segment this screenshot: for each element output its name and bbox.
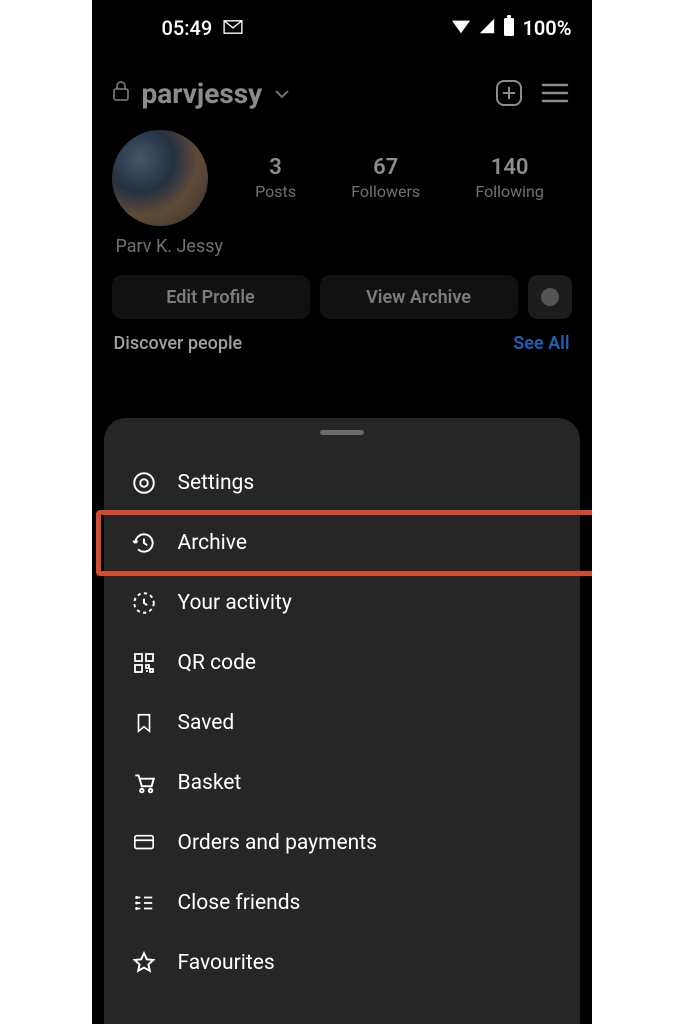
stat-posts[interactable]: 3 Posts <box>255 155 296 201</box>
sheet-grabber[interactable] <box>320 430 364 435</box>
gear-icon <box>130 469 158 497</box>
gmail-icon <box>222 16 244 40</box>
bookmark-icon <box>130 709 158 737</box>
menu-item-settings[interactable]: Settings <box>104 453 580 513</box>
suggested-people-button[interactable] <box>528 275 572 319</box>
cart-icon <box>130 769 158 797</box>
menu-item-orders[interactable]: Orders and payments <box>104 813 580 873</box>
create-button[interactable] <box>492 76 526 110</box>
stats: 3 Posts 67 Followers 140 Following <box>228 155 572 201</box>
menu-label: Saved <box>178 711 235 735</box>
archive-history-icon <box>130 529 158 557</box>
signal-icon <box>478 16 496 40</box>
battery-percent: 100% <box>522 16 571 40</box>
activity-icon <box>130 589 158 617</box>
menu-item-basket[interactable]: Basket <box>104 753 580 813</box>
stat-following[interactable]: 140 Following <box>475 155 543 201</box>
display-name: Parv K. Jessy <box>92 236 592 257</box>
avatar[interactable] <box>112 130 208 226</box>
phone-frame: 05:49 100% parvjessy <box>92 0 592 1024</box>
menu-item-saved[interactable]: Saved <box>104 693 580 753</box>
menu-item-archive[interactable]: Archive <box>104 513 580 573</box>
menu-label: Close friends <box>178 891 301 915</box>
wifi-icon <box>450 16 472 40</box>
star-icon <box>130 949 158 977</box>
menu-item-qr[interactable]: QR code <box>104 633 580 693</box>
menu-label: Orders and payments <box>178 831 377 855</box>
posts-label: Posts <box>255 182 296 201</box>
username-label[interactable]: parvjessy <box>142 77 263 110</box>
discover-row: Discover people See All <box>92 333 592 354</box>
menu-label: Archive <box>178 531 247 555</box>
discover-label: Discover people <box>114 333 243 354</box>
status-time: 05:49 <box>162 16 213 40</box>
battery-icon <box>502 15 516 42</box>
lock-icon <box>112 81 130 106</box>
posts-count: 3 <box>255 155 296 180</box>
profile-buttons: Edit Profile View Archive <box>92 257 592 333</box>
status-bar: 05:49 100% <box>92 0 592 56</box>
menu-label: Favourites <box>178 951 275 975</box>
card-icon <box>130 829 158 857</box>
menu-item-activity[interactable]: Your activity <box>104 573 580 633</box>
see-all-link[interactable]: See All <box>513 333 569 354</box>
close-friends-icon <box>130 889 158 917</box>
profile-header: parvjessy <box>92 56 592 130</box>
followers-label: Followers <box>351 182 420 201</box>
followers-count: 67 <box>351 155 420 180</box>
following-label: Following <box>475 182 543 201</box>
edit-profile-button[interactable]: Edit Profile <box>112 275 310 319</box>
menu-label: QR code <box>178 651 257 675</box>
menu-item-favourites[interactable]: Favourites <box>104 933 580 993</box>
menu-label: Settings <box>178 471 255 495</box>
profile-stats-row: 3 Posts 67 Followers 140 Following <box>92 130 592 236</box>
hamburger-menu-icon[interactable] <box>538 76 572 110</box>
view-archive-button[interactable]: View Archive <box>320 275 518 319</box>
chevron-down-icon[interactable] <box>274 83 290 104</box>
person-plus-icon <box>541 288 559 306</box>
stat-followers[interactable]: 67 Followers <box>351 155 420 201</box>
menu-bottom-sheet: Settings Archive Your activity QR code S <box>104 418 580 1024</box>
menu-label: Your activity <box>178 591 292 615</box>
menu-label: Basket <box>178 771 242 795</box>
menu-item-close-friends[interactable]: Close friends <box>104 873 580 933</box>
following-count: 140 <box>475 155 543 180</box>
qr-icon <box>130 649 158 677</box>
